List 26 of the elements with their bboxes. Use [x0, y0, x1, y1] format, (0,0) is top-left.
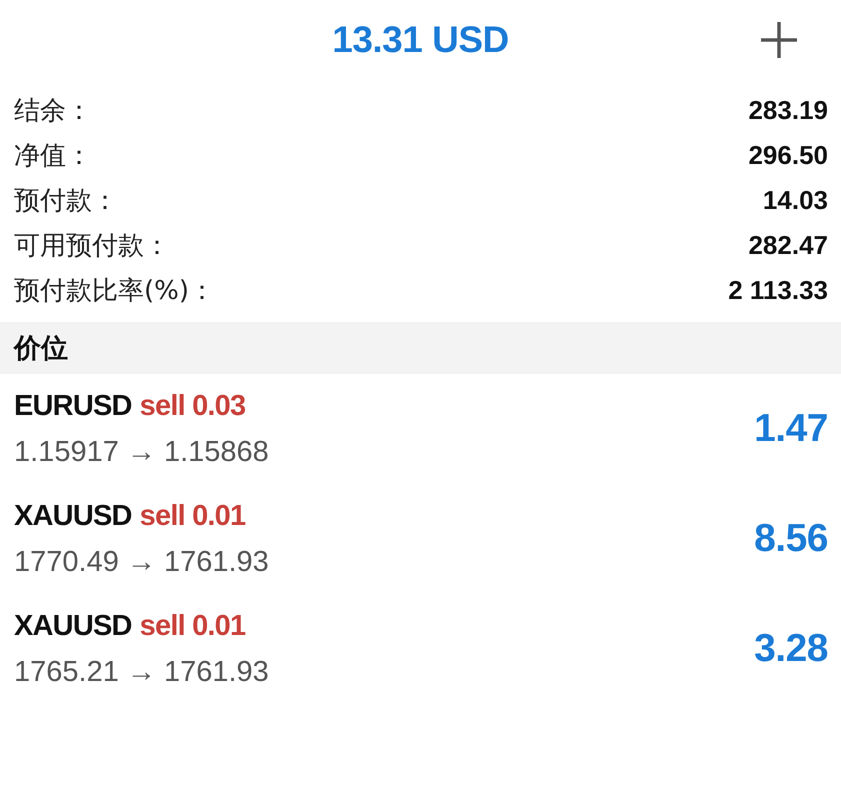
price-change-text: 1.15917 → 1.15868 [14, 435, 269, 470]
symbol-label: EURUSD [14, 390, 132, 422]
order-label: sell 0.01 [140, 610, 246, 642]
summary-value: 283.19 [748, 95, 828, 126]
summary-value: 296.50 [748, 140, 828, 171]
profit-value: 1.47 [754, 407, 828, 451]
summary-label: 净值： [14, 140, 92, 173]
order-label: sell 0.01 [140, 500, 246, 532]
symbol-label: XAUUSD [14, 500, 132, 532]
price-change-text: 1765.21 → 1761.93 [14, 655, 269, 690]
summary-label: 预付款比率(%)： [14, 275, 215, 308]
summary-value: 282.47 [748, 230, 828, 261]
summary-label: 结余： [14, 95, 92, 128]
add-button[interactable] [759, 20, 799, 60]
profit-value: 3.28 [754, 627, 828, 671]
price-change-text: 1770.49 → 1761.93 [14, 545, 269, 580]
section-title: 价位 [14, 332, 68, 366]
plus-icon [761, 22, 797, 58]
order-label: sell 0.03 [140, 390, 246, 422]
summary-label: 可用预付款： [14, 230, 170, 263]
symbol-label: XAUUSD [14, 610, 132, 642]
summary-value: 2 113.33 [728, 275, 828, 306]
summary-label: 预付款： [14, 185, 118, 218]
balance-title: 13.31 USD [332, 19, 509, 61]
summary-value: 14.03 [762, 185, 828, 216]
profit-value: 8.56 [754, 517, 828, 561]
